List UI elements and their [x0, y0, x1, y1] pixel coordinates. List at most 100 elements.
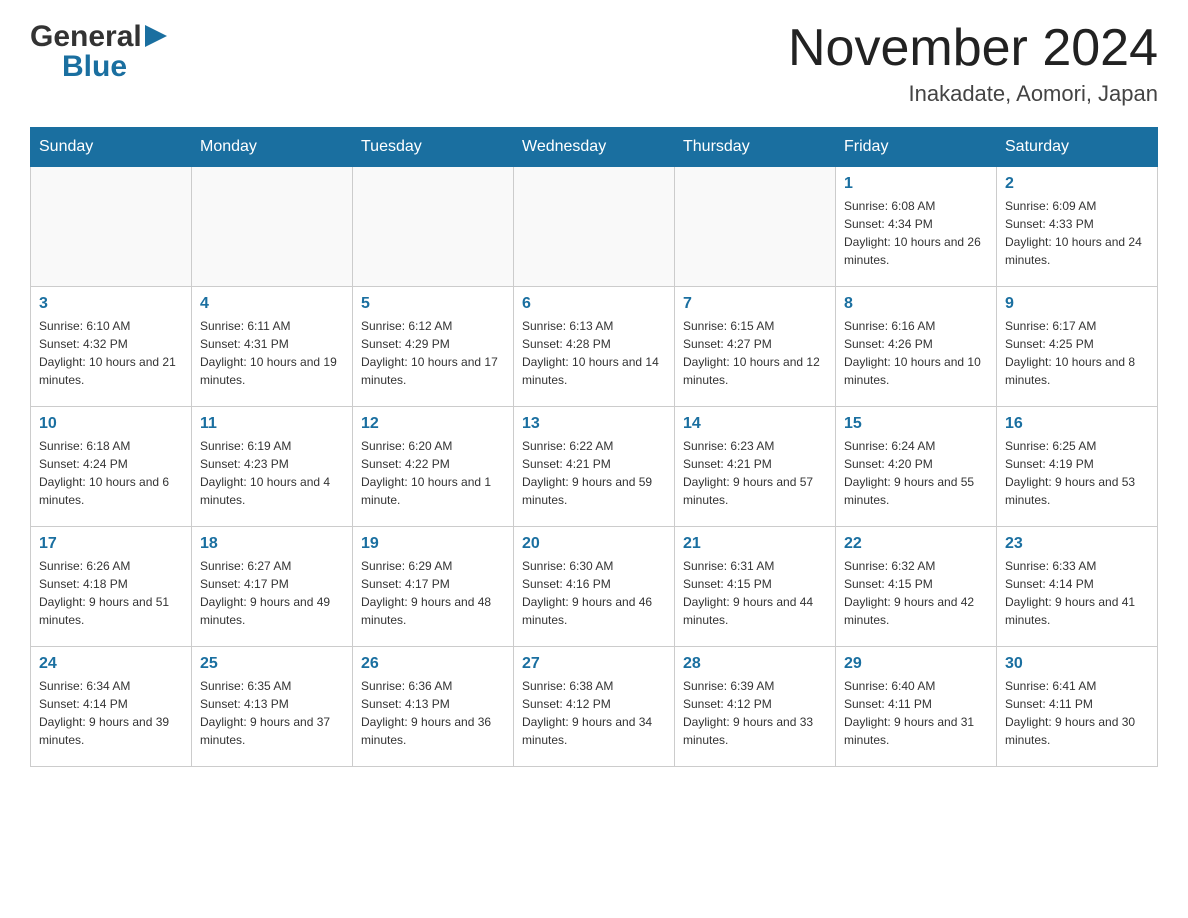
day-info: Sunrise: 6:16 AMSunset: 4:26 PMDaylight:…: [844, 317, 988, 389]
table-row: 26Sunrise: 6:36 AMSunset: 4:13 PMDayligh…: [353, 647, 514, 767]
table-row: [192, 167, 353, 287]
day-info: Sunrise: 6:10 AMSunset: 4:32 PMDaylight:…: [39, 317, 183, 389]
calendar-week-row: 24Sunrise: 6:34 AMSunset: 4:14 PMDayligh…: [31, 647, 1158, 767]
table-row: 17 Sunrise: 6:26 AMSunset: 4:18 PMDayligh…: [31, 527, 192, 647]
table-row: 27Sunrise: 6:38 AMSunset: 4:12 PMDayligh…: [514, 647, 675, 767]
day-number: 22: [844, 535, 988, 553]
table-row: 2 Sunrise: 6:09 AMSunset: 4:33 PMDaylight…: [997, 167, 1158, 287]
day-info: Sunrise: 6:22 AMSunset: 4:21 PMDaylight:…: [522, 437, 666, 509]
day-info: Sunrise: 6:26 AMSunset: 4:18 PMDaylight:…: [39, 557, 183, 629]
table-row: 13 Sunrise: 6:22 AMSunset: 4:21 PMDayligh…: [514, 407, 675, 527]
day-number: 17: [39, 535, 183, 553]
day-info: Sunrise: 6:19 AMSunset: 4:23 PMDaylight:…: [200, 437, 344, 509]
day-number: 7: [683, 295, 827, 313]
day-number: 3: [39, 295, 183, 313]
day-number: 28: [683, 655, 827, 673]
day-info: Sunrise: 6:39 AMSunset: 4:12 PMDaylight:…: [683, 677, 827, 749]
table-row: 30 Sunrise: 6:41 AMSunset: 4:11 PMDayligh…: [997, 647, 1158, 767]
day-info: Sunrise: 6:31 AMSunset: 4:15 PMDaylight:…: [683, 557, 827, 629]
table-row: 3 Sunrise: 6:10 AMSunset: 4:32 PMDaylight…: [31, 287, 192, 407]
table-row: 25 Sunrise: 6:35 AMSunset: 4:13 PMDayligh…: [192, 647, 353, 767]
day-info: Sunrise: 6:17 AMSunset: 4:25 PMDaylight:…: [1005, 317, 1149, 389]
day-number: 21: [683, 535, 827, 553]
day-info: Sunrise: 6:25 AMSunset: 4:19 PMDaylight:…: [1005, 437, 1149, 509]
day-number: 20: [522, 535, 666, 553]
day-number: 4: [200, 295, 344, 313]
day-info: Sunrise: 6:11 AMSunset: 4:31 PMDaylight:…: [200, 317, 344, 389]
day-info: Sunrise: 6:33 AMSunset: 4:14 PMDaylight:…: [1005, 557, 1149, 629]
table-row: 19 Sunrise: 6:29 AMSunset: 4:17 PMDayligh…: [353, 527, 514, 647]
day-info: Sunrise: 6:09 AMSunset: 4:33 PMDaylight:…: [1005, 197, 1149, 269]
day-number: 16: [1005, 415, 1149, 433]
table-row: 8 Sunrise: 6:16 AMSunset: 4:26 PMDaylight…: [836, 287, 997, 407]
day-number: 6: [522, 295, 666, 313]
table-row: [675, 167, 836, 287]
day-number: 5: [361, 295, 505, 313]
logo-general-text: General: [30, 20, 142, 54]
day-info: Sunrise: 6:30 AMSunset: 4:16 PMDaylight:…: [522, 557, 666, 629]
table-row: 29 Sunrise: 6:40 AMSunset: 4:11 PMDayligh…: [836, 647, 997, 767]
day-info: Sunrise: 6:35 AMSunset: 4:13 PMDaylight:…: [200, 677, 344, 749]
day-info: Sunrise: 6:29 AMSunset: 4:17 PMDaylight:…: [361, 557, 505, 629]
day-number: 25: [200, 655, 344, 673]
day-info: Sunrise: 6:20 AMSunset: 4:22 PMDaylight:…: [361, 437, 505, 509]
day-info: Sunrise: 6:34 AMSunset: 4:14 PMDaylight:…: [39, 677, 183, 749]
day-number: 2: [1005, 175, 1149, 193]
day-number: 11: [200, 415, 344, 433]
col-wednesday: Wednesday: [514, 128, 675, 167]
table-row: [353, 167, 514, 287]
table-row: 16 Sunrise: 6:25 AMSunset: 4:19 PMDayligh…: [997, 407, 1158, 527]
day-number: 13: [522, 415, 666, 433]
calendar-header-row: Sunday Monday Tuesday Wednesday Thursday…: [31, 128, 1158, 167]
day-number: 19: [361, 535, 505, 553]
table-row: 10Sunrise: 6:18 AMSunset: 4:24 PMDayligh…: [31, 407, 192, 527]
table-row: 23 Sunrise: 6:33 AMSunset: 4:14 PMDayligh…: [997, 527, 1158, 647]
col-friday: Friday: [836, 128, 997, 167]
col-saturday: Saturday: [997, 128, 1158, 167]
calendar-table: Sunday Monday Tuesday Wednesday Thursday…: [30, 127, 1158, 767]
day-number: 18: [200, 535, 344, 553]
calendar-week-row: 17 Sunrise: 6:26 AMSunset: 4:18 PMDayligh…: [31, 527, 1158, 647]
table-row: [31, 167, 192, 287]
table-row: 7 Sunrise: 6:15 AMSunset: 4:27 PMDaylight…: [675, 287, 836, 407]
day-number: 12: [361, 415, 505, 433]
table-row: 18 Sunrise: 6:27 AMSunset: 4:17 PMDayligh…: [192, 527, 353, 647]
day-number: 9: [1005, 295, 1149, 313]
day-info: Sunrise: 6:38 AMSunset: 4:12 PMDaylight:…: [522, 677, 666, 749]
col-sunday: Sunday: [31, 128, 192, 167]
day-number: 30: [1005, 655, 1149, 673]
calendar-week-row: 3 Sunrise: 6:10 AMSunset: 4:32 PMDaylight…: [31, 287, 1158, 407]
day-info: Sunrise: 6:32 AMSunset: 4:15 PMDaylight:…: [844, 557, 988, 629]
table-row: [514, 167, 675, 287]
table-row: 28 Sunrise: 6:39 AMSunset: 4:12 PMDayligh…: [675, 647, 836, 767]
table-row: 12 Sunrise: 6:20 AMSunset: 4:22 PMDayligh…: [353, 407, 514, 527]
table-row: 1Sunrise: 6:08 AMSunset: 4:34 PMDaylight…: [836, 167, 997, 287]
table-row: 15 Sunrise: 6:24 AMSunset: 4:20 PMDayligh…: [836, 407, 997, 527]
day-info: Sunrise: 6:24 AMSunset: 4:20 PMDaylight:…: [844, 437, 988, 509]
month-title: November 2024: [788, 20, 1158, 77]
logo: General Blue: [30, 20, 167, 84]
logo-arrow-icon: [145, 25, 167, 47]
day-info: Sunrise: 6:13 AMSunset: 4:28 PMDaylight:…: [522, 317, 666, 389]
day-number: 29: [844, 655, 988, 673]
table-row: 5Sunrise: 6:12 AMSunset: 4:29 PMDaylight…: [353, 287, 514, 407]
table-row: 21 Sunrise: 6:31 AMSunset: 4:15 PMDayligh…: [675, 527, 836, 647]
day-number: 8: [844, 295, 988, 313]
calendar-week-row: 10Sunrise: 6:18 AMSunset: 4:24 PMDayligh…: [31, 407, 1158, 527]
day-info: Sunrise: 6:41 AMSunset: 4:11 PMDaylight:…: [1005, 677, 1149, 749]
day-info: Sunrise: 6:40 AMSunset: 4:11 PMDaylight:…: [844, 677, 988, 749]
logo-blue-text: Blue: [62, 50, 127, 84]
table-row: 24Sunrise: 6:34 AMSunset: 4:14 PMDayligh…: [31, 647, 192, 767]
day-number: 15: [844, 415, 988, 433]
table-row: 22 Sunrise: 6:32 AMSunset: 4:15 PMDayligh…: [836, 527, 997, 647]
day-info: Sunrise: 6:15 AMSunset: 4:27 PMDaylight:…: [683, 317, 827, 389]
table-row: 6 Sunrise: 6:13 AMSunset: 4:28 PMDaylight…: [514, 287, 675, 407]
day-number: 10: [39, 415, 183, 433]
day-info: Sunrise: 6:27 AMSunset: 4:17 PMDaylight:…: [200, 557, 344, 629]
day-number: 23: [1005, 535, 1149, 553]
col-monday: Monday: [192, 128, 353, 167]
day-info: Sunrise: 6:23 AMSunset: 4:21 PMDaylight:…: [683, 437, 827, 509]
day-number: 14: [683, 415, 827, 433]
page-header: General Blue November 2024 Inakadate, Ao…: [30, 20, 1158, 107]
day-number: 26: [361, 655, 505, 673]
